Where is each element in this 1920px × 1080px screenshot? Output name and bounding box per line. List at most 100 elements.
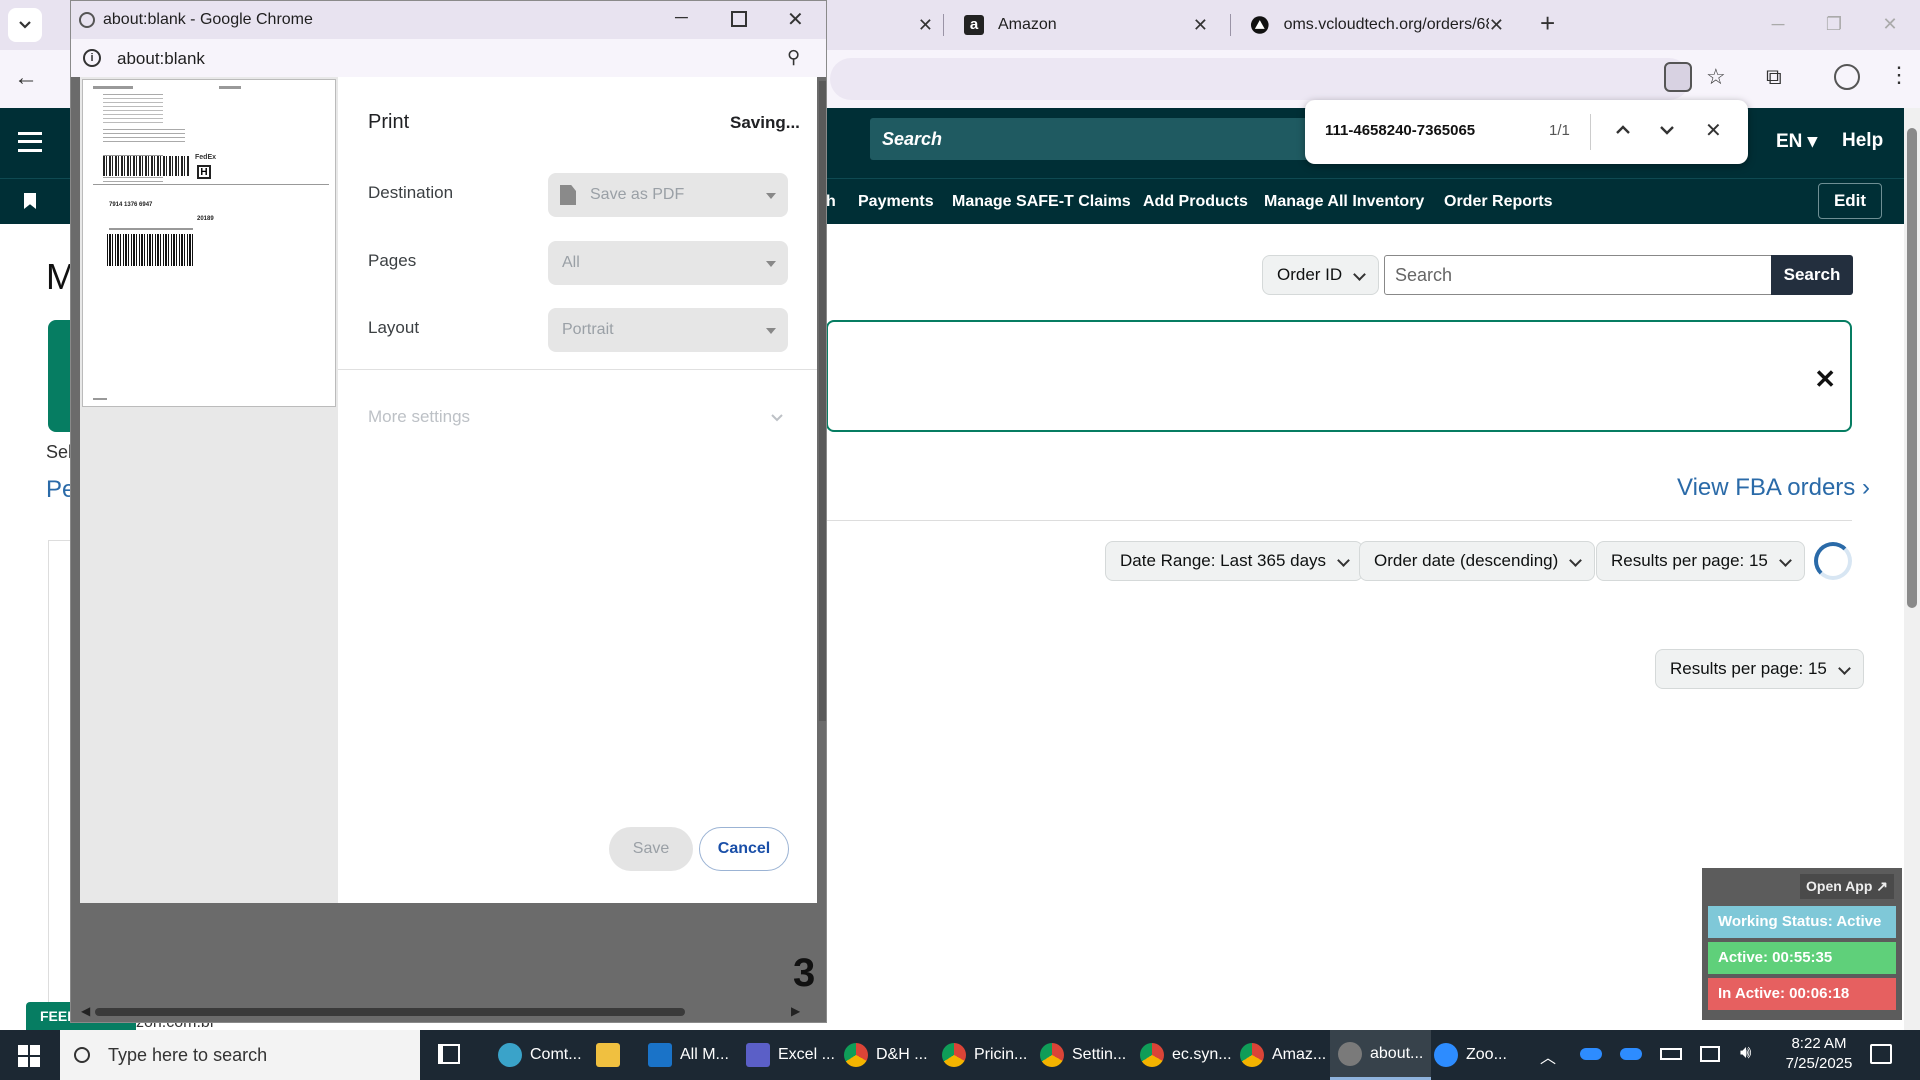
left-text-partial: Sel <box>46 442 73 462</box>
taskbar-app-settings[interactable]: Settin... <box>1032 1030 1134 1080</box>
clock[interactable]: 8:22 AM 7/25/2025 <box>1776 1034 1862 1074</box>
extensions-icon[interactable]: ⧉ <box>1766 64 1782 90</box>
nav-manage-inventory[interactable]: Manage All Inventory <box>1264 179 1424 225</box>
taskbar-app-amazon[interactable]: Amaz... <box>1232 1030 1334 1080</box>
print-popup-window: about:blank - Google Chrome ─ ✕ i about:… <box>70 0 827 1023</box>
nav-order-reports[interactable]: Order Reports <box>1444 179 1552 225</box>
order-search-input[interactable]: Search <box>1384 255 1772 295</box>
close-icon[interactable]: ✕ <box>1489 15 1504 36</box>
folder-icon <box>596 1043 620 1067</box>
bookmark-icon[interactable] <box>24 193 36 209</box>
close-icon[interactable]: ✕ <box>1193 15 1208 36</box>
network-icon[interactable] <box>1700 1046 1720 1062</box>
edit-button[interactable]: Edit <box>1818 183 1882 219</box>
amazon-search-input[interactable]: Search <box>870 118 1370 160</box>
taskbar-app-pricing[interactable]: Pricin... <box>934 1030 1035 1080</box>
volume-icon[interactable]: 🔊︎ <box>1740 1042 1751 1063</box>
document-icon <box>560 185 576 205</box>
taskbar-app-ecsyn[interactable]: ec.syn... <box>1132 1030 1240 1080</box>
sort-dropdown[interactable]: Order date (descending) <box>1359 541 1596 581</box>
find-input[interactable]: 111-4658240-7365065 <box>1325 122 1475 139</box>
chevron-up-icon[interactable] <box>1615 124 1631 136</box>
open-app-button[interactable]: Open App ↗ <box>1800 874 1894 899</box>
tab-amazon[interactable]: a Amazon ✕ <box>950 4 1222 46</box>
tab-search-button[interactable] <box>8 8 42 42</box>
windows-start-icon[interactable] <box>18 1045 40 1067</box>
outlook-icon <box>648 1043 672 1067</box>
taskbar-app-explorer[interactable] <box>588 1030 636 1080</box>
battery-icon[interactable] <box>1660 1048 1682 1060</box>
label-number: 20189 <box>197 216 214 222</box>
tab-partial-hidden[interactable]: ✕ <box>827 4 947 46</box>
chevron-down-icon[interactable] <box>1659 124 1675 136</box>
pages-select[interactable]: All <box>548 241 788 285</box>
chevron-down-icon <box>771 414 783 422</box>
results-per-page-dropdown-2[interactable]: Results per page: 15 <box>1655 649 1864 689</box>
inactive-time: In Active: 00:06:18 <box>1708 978 1896 1010</box>
preview-scrollbar[interactable] <box>819 81 826 721</box>
date-range-dropdown[interactable]: Date Range: Last 365 days <box>1105 541 1364 581</box>
address-bar[interactable] <box>830 58 1690 100</box>
language-selector[interactable]: EN ▾ <box>1776 130 1817 153</box>
task-view-icon[interactable] <box>438 1044 460 1064</box>
horizontal-scrollbar[interactable]: ◀ ▶ <box>81 1004 811 1019</box>
info-icon[interactable]: i <box>83 49 101 67</box>
tab-oms[interactable]: oms.vcloudtech.org/orders/687 ✕ <box>1236 4 1518 46</box>
back-button[interactable]: ← <box>14 64 38 92</box>
layout-select[interactable]: Portrait <box>548 308 788 352</box>
nav-payments[interactable]: Payments <box>858 179 934 225</box>
taskbar-search-placeholder: Type here to search <box>108 1044 268 1065</box>
notifications-icon[interactable] <box>1870 1044 1892 1064</box>
taskbar-app-excel[interactable]: Excel ... <box>738 1030 843 1080</box>
popup-url: about:blank <box>117 49 205 68</box>
chevron-right-icon[interactable]: ▶ <box>791 1004 800 1018</box>
destination-select[interactable]: Save as PDF <box>548 173 788 217</box>
help-link[interactable]: Help <box>1842 130 1883 152</box>
taskbar-search[interactable]: Type here to search <box>60 1030 420 1080</box>
hamburger-menu-icon[interactable] <box>18 132 42 152</box>
taskbar: Type here to search Comt... All M... Exc… <box>0 1030 1920 1080</box>
search-by-dropdown[interactable]: Order ID <box>1262 255 1380 295</box>
zoom-icon[interactable]: ⚲ <box>787 47 800 68</box>
taskbar-app-dh[interactable]: D&H ... <box>836 1030 936 1080</box>
maximize-button[interactable] <box>731 11 747 27</box>
minimize-button[interactable]: ─ <box>1750 0 1806 48</box>
bookmark-star-icon[interactable]: ☆ <box>1706 64 1726 90</box>
onedrive-icon[interactable] <box>1580 1048 1602 1060</box>
restore-button[interactable]: ❐ <box>1806 0 1862 48</box>
taskbar-app-about[interactable]: about... <box>1330 1030 1432 1080</box>
nav-add-products[interactable]: Add Products <box>1143 179 1248 225</box>
taskbar-app-comt[interactable]: Comt... <box>490 1030 590 1080</box>
results-per-page-dropdown[interactable]: Results per page: 15 <box>1596 541 1805 581</box>
profile-icon[interactable] <box>1834 64 1860 90</box>
find-in-page-icon[interactable] <box>1664 62 1692 92</box>
nav-safe-t-claims[interactable]: Manage SAFE-T Claims <box>952 179 1131 225</box>
tab-label: Amazon <box>998 16 1057 33</box>
close-window-button[interactable]: ✕ <box>787 7 804 32</box>
taskbar-app-outlook[interactable]: All M... <box>640 1030 737 1080</box>
onedrive-icon-2[interactable] <box>1620 1048 1642 1060</box>
view-fba-orders-link[interactable]: View FBA orders › <box>1677 474 1870 502</box>
tab-label: oms.vcloudtech.org/orders/687 <box>1283 16 1489 33</box>
chevron-left-icon[interactable]: ◀ <box>81 1004 90 1018</box>
close-window-button[interactable]: ✕ <box>1862 0 1918 48</box>
page-scrollbar[interactable] <box>1904 108 1920 1030</box>
chrome-icon <box>942 1043 966 1067</box>
minimize-button[interactable]: ─ <box>675 7 688 28</box>
cancel-button[interactable]: Cancel <box>699 827 789 871</box>
close-icon[interactable]: ✕ <box>918 15 933 36</box>
tray-overflow-icon[interactable]: ︿ <box>1540 1044 1556 1068</box>
more-settings-toggle[interactable]: More settings <box>368 407 788 431</box>
teams-icon <box>746 1043 770 1067</box>
order-search-button[interactable]: Search <box>1771 255 1853 295</box>
menu-icon[interactable]: ⋮ <box>1888 62 1910 88</box>
clock-date: 7/25/2025 <box>1785 1055 1853 1072</box>
close-icon[interactable]: ✕ <box>1705 118 1722 143</box>
new-tab-button[interactable]: + <box>1540 8 1555 39</box>
taskbar-app-zoom[interactable]: Zoo... <box>1426 1030 1515 1080</box>
tab-divider <box>1230 14 1231 36</box>
save-button[interactable]: Save <box>609 827 693 871</box>
nav-partial[interactable]: h <box>826 179 836 225</box>
close-icon[interactable]: ✕ <box>1814 364 1836 395</box>
zoom-icon <box>1434 1043 1458 1067</box>
